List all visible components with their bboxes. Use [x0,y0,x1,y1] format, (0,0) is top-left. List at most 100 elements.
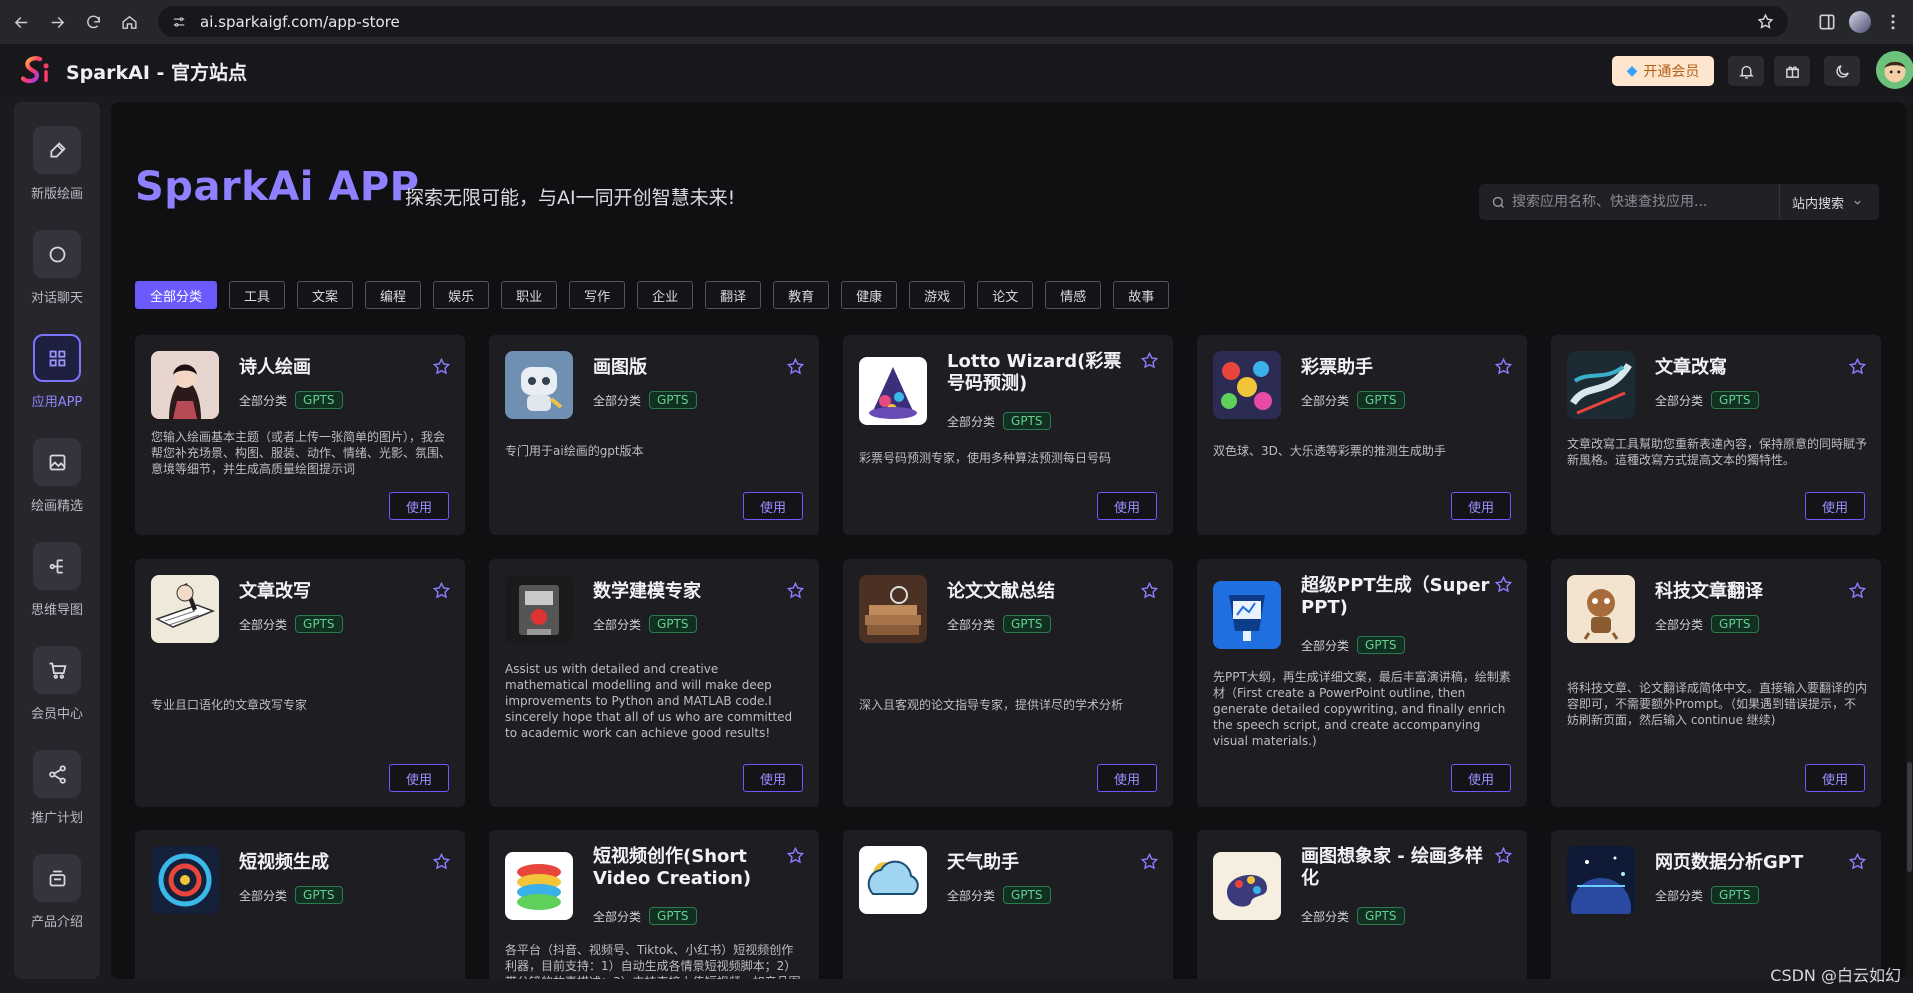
favorite-star-icon[interactable] [786,357,805,376]
sidebar-item-gallery[interactable]: 绘画精选 [14,438,100,528]
use-button[interactable]: 使用 [1805,492,1865,520]
app-card[interactable]: 科技文章翻译 全部分类 GPTS 将科技文章、论文翻译成简体中文。直接输入要翻译的… [1551,559,1881,807]
tab-entertainment[interactable]: 娱乐 [433,281,490,309]
chevron-down-icon [1854,200,1861,205]
app-icon [1213,581,1281,649]
search-input[interactable] [1512,194,1776,210]
sidebar-item-promotion[interactable]: 推广计划 [14,750,100,840]
bell-icon [1738,65,1754,79]
forward-arrow-icon[interactable] [42,7,72,37]
app-meta: 全部分类 GPTS [239,886,343,904]
gift-button[interactable] [1774,56,1810,86]
tab-games[interactable]: 游戏 [909,281,966,309]
chat-bubble-icon [49,246,65,262]
page-scrollbar[interactable] [1906,102,1913,979]
use-button[interactable]: 使用 [1451,764,1511,792]
app-description: 将科技文章、论文翻译成简体中文。直接输入要翻译的内容即可，不需要额外Prompt… [1567,681,1868,727]
back-arrow-icon[interactable] [6,7,36,37]
gpts-badge: GPTS [1357,391,1405,409]
app-card[interactable]: 超级PPT生成（Super PPT) 全部分类 GPTS 先PPT大纲，再生成详细… [1197,559,1527,807]
app-card[interactable]: 画图版 全部分类 GPTS 专门用于ai绘画的gpt版本 使用 [489,335,819,535]
use-button[interactable]: 使用 [743,764,803,792]
tab-programming[interactable]: 编程 [365,281,422,309]
sidebar-item-product-intro[interactable]: 产品介绍 [14,854,100,944]
favorite-star-icon[interactable] [1848,357,1867,376]
use-button[interactable]: 使用 [1097,492,1157,520]
favorite-star-icon[interactable] [1494,575,1513,594]
app-card[interactable]: 诗人绘画 全部分类 GPTS 您输入绘画基本主题（或者上传一张简单的图片），我会帮… [135,335,465,535]
use-button[interactable]: 使用 [389,492,449,520]
browser-profile-avatar[interactable] [1849,11,1871,33]
gpts-badge: GPTS [295,391,343,409]
app-card[interactable]: 数学建模专家 全部分类 GPTS Assist us with detailed … [489,559,819,807]
app-card[interactable]: 短视频创作(Short Video Creation) 全部分类 GPTS 各平台… [489,830,819,979]
app-card[interactable]: 论文文献总结 全部分类 GPTS 深入且客观的论文指导专家，提供详尽的学术分析 使… [843,559,1173,807]
tab-health[interactable]: 健康 [841,281,898,309]
favorite-star-icon[interactable] [1140,852,1159,871]
sidebar-item-new-drawing[interactable]: 新版绘画 [14,126,100,216]
sidebar-item-membership[interactable]: 会员中心 [14,646,100,736]
favorite-star-icon[interactable] [1848,581,1867,600]
favorite-star-icon[interactable] [786,581,805,600]
app-card[interactable]: 文章改写 全部分类 GPTS 专业且口语化的文章改写专家 使用 [135,559,465,807]
app-card[interactable]: 短视频生成 全部分类 GPTS [135,830,465,979]
favorite-star-icon[interactable] [1140,351,1159,370]
app-icon [1213,852,1281,920]
app-icon [859,846,927,914]
gpts-badge: GPTS [1357,636,1405,654]
use-button[interactable]: 使用 [1097,764,1157,792]
tab-all[interactable]: 全部分类 [135,281,218,309]
favorite-star-icon[interactable] [432,852,451,871]
use-button[interactable]: 使用 [1451,492,1511,520]
scrollbar-thumb[interactable] [1907,762,1912,872]
use-button[interactable]: 使用 [1805,764,1865,792]
url-text[interactable]: ai.sparkaigf.com/app-store [200,13,400,31]
app-card[interactable]: 文章改寫 全部分类 GPTS 文章改寫工具幫助您重新表達內容，保持原意的同時賦予新… [1551,335,1881,535]
tab-translation[interactable]: 翻译 [705,281,762,309]
favorite-star-icon[interactable] [1848,852,1867,871]
gpts-badge: GPTS [1357,907,1405,925]
favorite-star-icon[interactable] [432,581,451,600]
site-settings-icon[interactable] [172,15,186,29]
favorite-star-icon[interactable] [1494,357,1513,376]
app-card[interactable]: 画图想象家 - 绘画多样化 全部分类 GPTS [1197,830,1527,979]
app-card[interactable]: 彩票助手 全部分类 GPTS 双色球、3D、大乐透等彩票的推测生成助手 使用 [1197,335,1527,535]
app-card[interactable]: Lotto Wizard(彩票号码预测) 全部分类 GPTS 彩票号码预测专家，使… [843,335,1173,535]
gpts-badge: GPTS [295,615,343,633]
theme-toggle-button[interactable] [1824,56,1860,86]
sidebar-item-apps[interactable]: 应用APP [14,334,100,424]
app-description: 先PPT大纲，再生成详细文案，最后丰富演讲稿，绘制素材（First create… [1213,670,1511,748]
side-panel-icon[interactable] [1817,12,1837,32]
sidebar-item-mindmap[interactable]: 思维导图 [14,542,100,632]
favorite-star-icon[interactable] [432,357,451,376]
use-button[interactable]: 使用 [743,492,803,520]
tab-career[interactable]: 职业 [501,281,558,309]
app-card[interactable]: 天气助手 全部分类 GPTS [843,830,1173,979]
search-scope-select[interactable]: 站内搜索 [1779,184,1879,220]
favorite-star-icon[interactable] [786,846,805,865]
tab-enterprise[interactable]: 企业 [637,281,694,309]
brush-icon [50,141,66,157]
favorite-star-icon[interactable] [1140,581,1159,600]
more-vertical-icon[interactable] [1883,12,1903,32]
app-description: 双色球、3D、大乐透等彩票的推测生成助手 [1213,444,1446,458]
user-avatar[interactable] [1876,51,1913,89]
tab-education[interactable]: 教育 [773,281,830,309]
tab-papers[interactable]: 论文 [977,281,1034,309]
tab-writing[interactable]: 写作 [569,281,626,309]
app-card[interactable]: 网页数据分析GPT 全部分类 GPTS [1551,830,1881,979]
app-name: 画图想象家 - 绘画多样化 [1301,846,1484,889]
tab-stories[interactable]: 故事 [1113,281,1170,309]
bookmark-star-icon[interactable] [1757,13,1774,30]
open-vip-button[interactable]: ◆ 开通会员 [1612,56,1714,86]
sidebar-item-chat[interactable]: 对话聊天 [14,230,100,320]
reload-icon[interactable] [78,7,108,37]
notification-bell-button[interactable] [1728,56,1764,86]
tab-copywriting[interactable]: 文案 [297,281,354,309]
address-bar[interactable]: ai.sparkaigf.com/app-store [158,6,1788,37]
home-icon[interactable] [114,7,144,37]
tab-emotion[interactable]: 情感 [1045,281,1102,309]
favorite-star-icon[interactable] [1494,846,1513,865]
tab-tools[interactable]: 工具 [229,281,286,309]
use-button[interactable]: 使用 [389,764,449,792]
